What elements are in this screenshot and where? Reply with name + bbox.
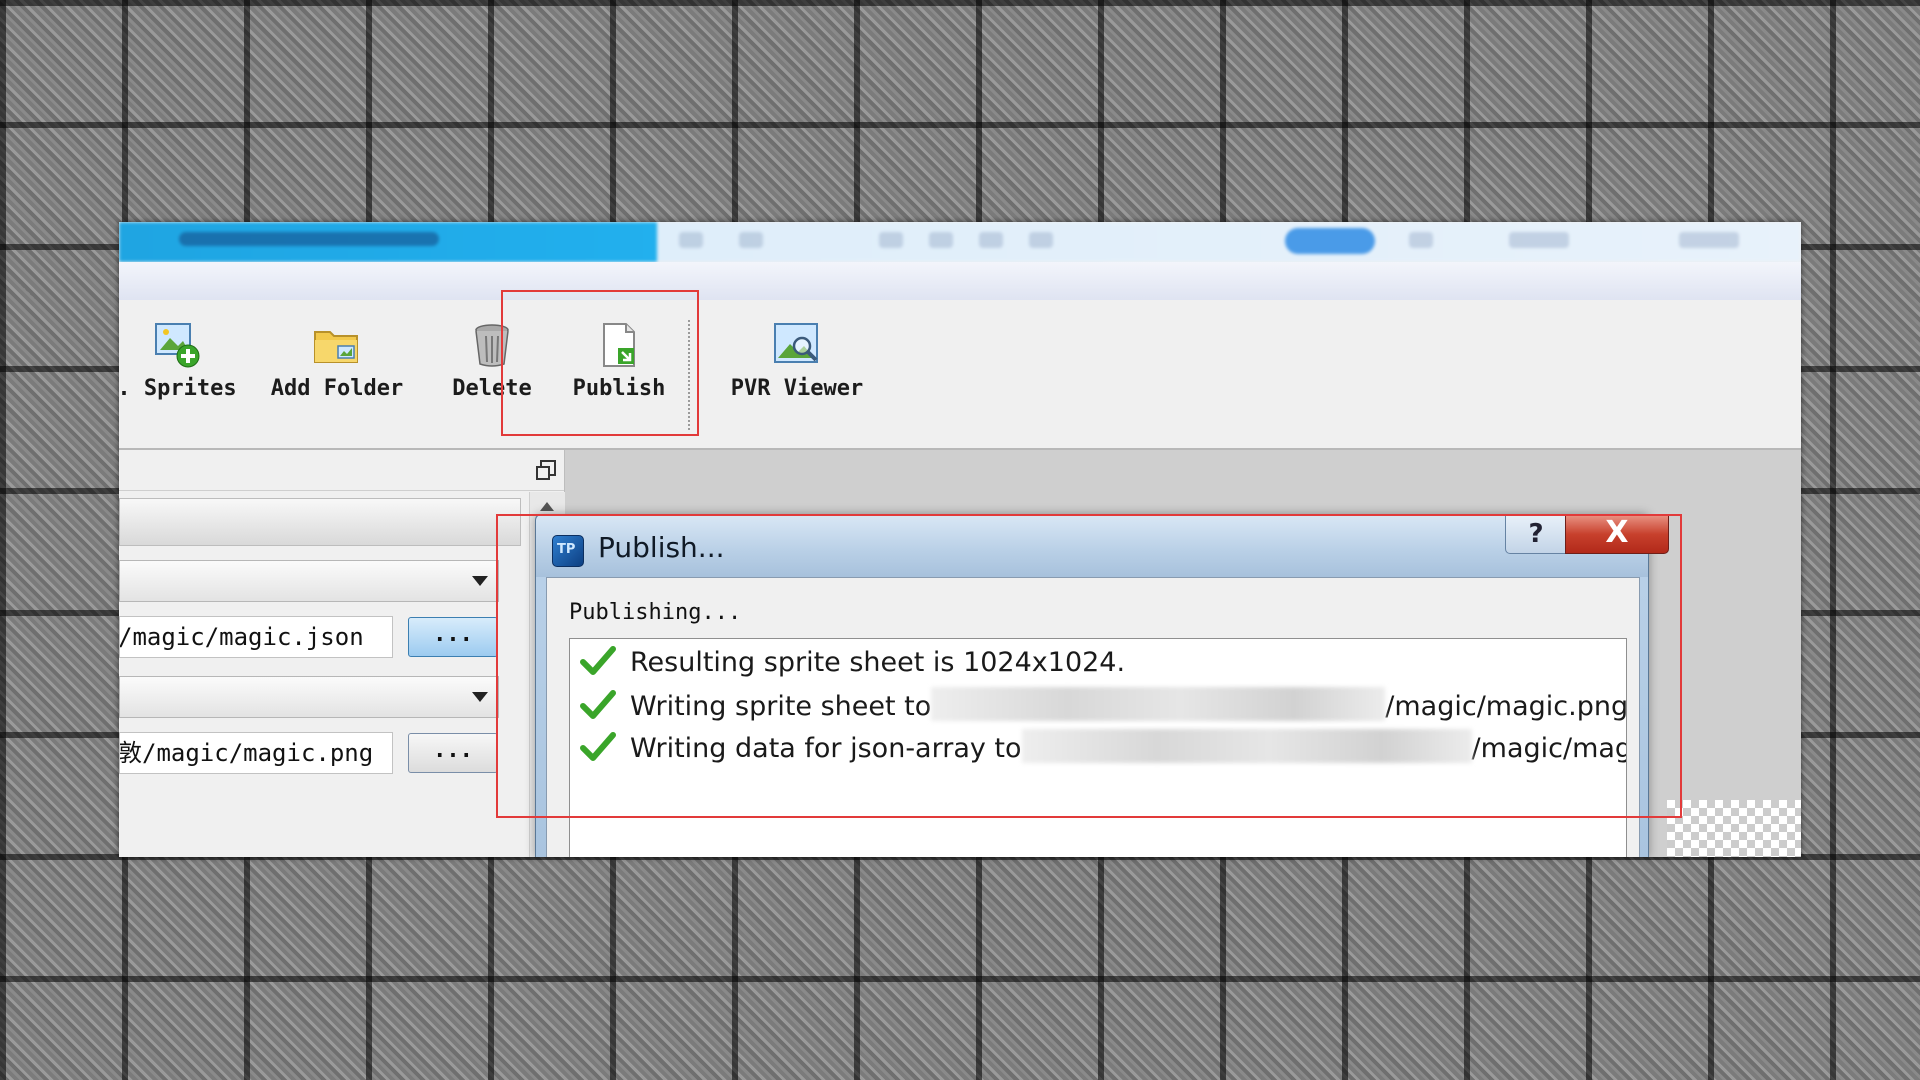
chevron-down-icon (472, 692, 488, 702)
transparency-checkerboard (1667, 800, 1801, 857)
log-text: Writing data for json-array to (630, 733, 1022, 764)
log-text: Writing sprite sheet to (630, 691, 932, 722)
close-button[interactable]: X (1565, 516, 1669, 554)
pvr-viewer-icon (772, 320, 822, 370)
log-text: Resulting sprite sheet is 1024x1024. (630, 647, 1126, 678)
toolbar: . Sprites Add Folder Delete Publish PVR … (119, 300, 1801, 450)
delete-button[interactable]: Delete (437, 308, 547, 418)
restore-panel-icon[interactable] (536, 460, 556, 480)
trash-can-icon (467, 320, 517, 370)
checkmark-icon (580, 690, 616, 719)
settings-panel: /magic/magic.json ... 敦/magic/magic.png … (119, 450, 565, 857)
browse-data-file-button[interactable]: ... (408, 617, 498, 657)
dialog-title: Publish... (598, 531, 725, 564)
publish-status: Publishing... (569, 600, 742, 625)
log-path-tail: /magic/magic.png (1385, 691, 1627, 722)
dialog-body: Publishing... Resulting sprite sheet is … (546, 577, 1640, 857)
log-line: Writing sprite sheet to/magic/magic.png (580, 687, 1627, 727)
chevron-down-icon (472, 576, 488, 586)
texture-format-select[interactable] (119, 676, 499, 718)
texture-file-field[interactable]: 敦/magic/magic.png (119, 732, 393, 774)
panel-header (119, 450, 564, 491)
browse-texture-file-button[interactable]: ... (408, 733, 498, 773)
dialog-titlebar: Publish... ? X (536, 515, 1669, 577)
section-header[interactable] (119, 498, 521, 546)
publish-log: Resulting sprite sheet is 1024x1024. Wri… (569, 638, 1627, 857)
checkmark-icon (580, 646, 616, 675)
data-file-field[interactable]: /magic/magic.json (119, 616, 393, 658)
app-window: . Sprites Add Folder Delete Publish PVR … (119, 222, 1801, 857)
none-label: none (436, 856, 494, 857)
publish-button[interactable]: Publish (559, 308, 679, 418)
pvr-viewer-button[interactable]: PVR Viewer (723, 308, 871, 418)
add-sprites-icon (152, 320, 202, 370)
texturepacker-app-icon (552, 535, 584, 567)
help-button[interactable]: ? (1505, 516, 1567, 554)
log-line: Resulting sprite sheet is 1024x1024. (580, 645, 1125, 685)
menu-bar (119, 262, 1801, 301)
add-folder-icon (312, 320, 362, 370)
add-sprites-button[interactable]: . Sprites (119, 308, 239, 418)
toolbar-separator (688, 320, 692, 430)
log-line: Writing data for json-array to/magic/mag… (580, 729, 1627, 769)
publish-dialog: Publish... ? X Publishing... Resulting s… (535, 514, 1669, 857)
window-titlebar-blurred (119, 222, 1801, 262)
add-folder-button[interactable]: Add Folder (267, 308, 407, 418)
log-path-tail: /magic/magi (1471, 733, 1627, 764)
redacted-path (931, 687, 1386, 721)
scroll-up-icon[interactable] (540, 502, 554, 511)
checkmark-icon (580, 732, 616, 761)
data-format-select[interactable] (119, 560, 499, 602)
publish-icon (594, 320, 644, 370)
redacted-path (1021, 729, 1472, 763)
